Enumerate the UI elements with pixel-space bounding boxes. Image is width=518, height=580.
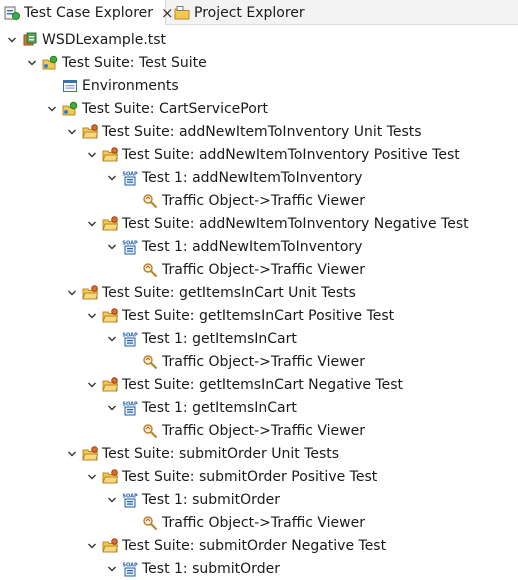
chevron-down-icon[interactable] bbox=[84, 377, 100, 393]
traffic-viewer-icon bbox=[142, 515, 158, 531]
tree-node[interactable]: SOAP Test 1: submitOrder bbox=[104, 488, 280, 511]
tree-node-label: Test 1: getItemsInCart bbox=[142, 330, 297, 347]
tree-node-label: Test Suite: submitOrder Positive Test bbox=[122, 468, 378, 485]
tree-node[interactable]: Test Suite: addNewItemToInventory Positi… bbox=[84, 143, 460, 166]
tree-node-label: Test Suite: CartServicePort bbox=[82, 100, 269, 117]
traffic-viewer-icon bbox=[142, 354, 158, 370]
tree-node-label: Traffic Object->Traffic Viewer bbox=[162, 422, 365, 439]
chevron-down-icon[interactable] bbox=[24, 55, 40, 71]
soap-client-icon: SOAP bbox=[122, 239, 138, 255]
test-case-explorer-icon bbox=[4, 5, 20, 21]
soap-client-icon: SOAP bbox=[122, 492, 138, 508]
chevron-down-icon[interactable] bbox=[64, 124, 80, 140]
chevron-down-icon[interactable] bbox=[104, 170, 120, 186]
tree-node-label: Environments bbox=[82, 77, 179, 94]
tree-node-label: Test 1: submitOrder bbox=[142, 491, 280, 508]
tree-node-label: Test Suite: getItemsInCart Positive Test bbox=[122, 307, 395, 324]
tree-node[interactable]: Test Suite: CartServicePort bbox=[44, 97, 268, 120]
tree-node[interactable]: Test Suite: addNewItemToInventory Unit T… bbox=[64, 120, 422, 143]
tree-node[interactable]: Test Suite: submitOrder Positive Test bbox=[84, 465, 377, 488]
folder-suite-icon bbox=[102, 215, 118, 232]
tree-node-label: Test Suite: addNewItemToInventory Unit T… bbox=[102, 123, 422, 140]
chevron-down-icon[interactable] bbox=[64, 446, 80, 462]
tree-node-label: Traffic Object->Traffic Viewer bbox=[162, 261, 365, 278]
tree-node-label: WSDLexample.tst bbox=[42, 31, 167, 48]
environments-icon bbox=[62, 78, 78, 94]
tree-node-label: Traffic Object->Traffic Viewer bbox=[162, 514, 365, 531]
chevron-down-icon[interactable] bbox=[84, 538, 100, 554]
test-suite-icon bbox=[42, 55, 58, 71]
chevron-down-icon[interactable] bbox=[104, 561, 120, 577]
tree-node[interactable]: Test Suite: submitOrder Negative Test bbox=[84, 534, 386, 557]
tree-node[interactable]: Test Suite: getItemsInCart Unit Tests bbox=[64, 281, 356, 304]
folder-suite-icon bbox=[102, 537, 118, 554]
chevron-down-icon[interactable] bbox=[44, 101, 60, 117]
tree-node[interactable]: Traffic Object->Traffic Viewer bbox=[124, 419, 365, 442]
soap-client-icon: SOAP bbox=[122, 400, 138, 416]
tree-node[interactable]: Test Suite: submitOrder Unit Tests bbox=[64, 442, 339, 465]
tree-node-label: Test Suite: getItemsInCart Negative Test bbox=[122, 376, 403, 393]
soap-client-icon: SOAP bbox=[122, 331, 138, 347]
chevron-down-icon[interactable] bbox=[104, 331, 120, 347]
tree-node[interactable]: WSDLexample.tst bbox=[4, 28, 166, 51]
tree-node[interactable]: Traffic Object->Traffic Viewer bbox=[124, 189, 365, 212]
tree-node[interactable]: Traffic Object->Traffic Viewer bbox=[124, 511, 365, 534]
soap-client-icon: SOAP bbox=[122, 170, 138, 186]
tree-node-label: Test 1: addNewItemToInventory bbox=[142, 169, 363, 186]
tree-node-label: Test Suite: addNewItemToInventory Positi… bbox=[122, 146, 460, 163]
tab-test-case-explorer[interactable]: Test Case Explorer × bbox=[0, 0, 174, 25]
tree-node[interactable]: SOAP Test 1: getItemsInCart bbox=[104, 327, 297, 350]
folder-suite-icon bbox=[102, 146, 118, 163]
tree-node-label: Test 1: getItemsInCart bbox=[142, 399, 297, 416]
test-suite-icon bbox=[62, 101, 78, 117]
traffic-viewer-icon bbox=[142, 423, 158, 439]
traffic-viewer-icon bbox=[142, 262, 158, 278]
chevron-down-icon[interactable] bbox=[84, 308, 100, 324]
view-tab-bar: Test Case Explorer × Project Explorer bbox=[0, 0, 518, 25]
tree-node[interactable]: Test Suite: getItemsInCart Negative Test bbox=[84, 373, 403, 396]
tree-node-label: Test Suite: addNewItemToInventory Negati… bbox=[122, 215, 469, 232]
tree-node-label: Test Suite: submitOrder Negative Test bbox=[122, 537, 387, 554]
tree-node-label: Test 1: submitOrder bbox=[142, 560, 280, 577]
chevron-down-icon[interactable] bbox=[84, 216, 100, 232]
chevron-down-icon[interactable] bbox=[104, 239, 120, 255]
tab-label: Project Explorer bbox=[194, 4, 305, 21]
chevron-down-icon[interactable] bbox=[104, 400, 120, 416]
folder-suite-icon bbox=[102, 468, 118, 485]
tab-project-explorer[interactable]: Project Explorer bbox=[170, 0, 305, 25]
tree-node-label: Test Suite: submitOrder Unit Tests bbox=[102, 445, 340, 462]
chevron-down-icon[interactable] bbox=[104, 492, 120, 508]
folder-suite-icon bbox=[82, 445, 98, 462]
tree-node[interactable]: SOAP Test 1: addNewItemToInventory bbox=[104, 235, 362, 258]
chevron-down-icon[interactable] bbox=[4, 32, 20, 48]
chevron-down-icon[interactable] bbox=[84, 147, 100, 163]
chevron-down-icon[interactable] bbox=[64, 285, 80, 301]
tree-node[interactable]: Test Suite: Test Suite bbox=[24, 51, 207, 74]
tree-node-label: Traffic Object->Traffic Viewer bbox=[162, 192, 365, 209]
chevron-down-icon[interactable] bbox=[84, 469, 100, 485]
tree-node[interactable]: SOAP Test 1: addNewItemToInventory bbox=[104, 166, 362, 189]
tree-node[interactable]: SOAP Test 1: getItemsInCart bbox=[104, 396, 297, 419]
tree-node-label: Test 1: addNewItemToInventory bbox=[142, 238, 363, 255]
soap-client-icon: SOAP bbox=[122, 561, 138, 577]
folder-suite-icon bbox=[102, 376, 118, 393]
tab-label: Test Case Explorer bbox=[24, 4, 154, 21]
folder-suite-icon bbox=[102, 307, 118, 324]
folder-suite-icon bbox=[82, 284, 98, 301]
tree-node-label: Traffic Object->Traffic Viewer bbox=[162, 353, 365, 370]
tree-node[interactable]: Test Suite: getItemsInCart Positive Test bbox=[84, 304, 394, 327]
tree-node-label: Test Suite: Test Suite bbox=[62, 54, 207, 71]
tree-node[interactable]: Traffic Object->Traffic Viewer bbox=[124, 350, 365, 373]
tree-node[interactable]: Test Suite: addNewItemToInventory Negati… bbox=[84, 212, 469, 235]
traffic-viewer-icon bbox=[142, 193, 158, 209]
project-explorer-icon bbox=[174, 5, 190, 21]
tree-node-label: Test Suite: getItemsInCart Unit Tests bbox=[102, 284, 356, 301]
folder-suite-icon bbox=[82, 123, 98, 140]
tree-node[interactable]: Environments bbox=[44, 74, 179, 97]
tst-file-icon bbox=[22, 32, 38, 48]
tree-node[interactable]: Traffic Object->Traffic Viewer bbox=[124, 258, 365, 281]
